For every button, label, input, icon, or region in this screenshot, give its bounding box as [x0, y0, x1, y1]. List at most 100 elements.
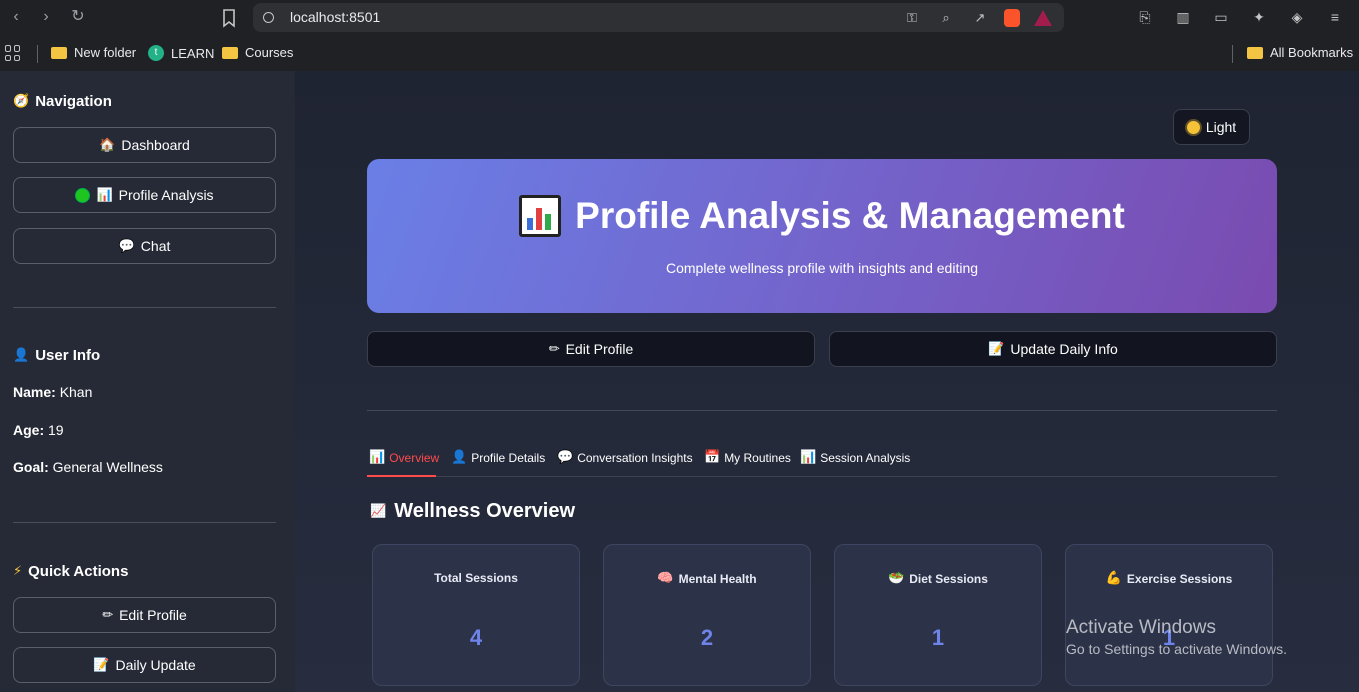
key-icon[interactable]: ⚿ [902, 8, 922, 28]
user-icon: 👤 [13, 348, 30, 363]
user-icon: 👤 [451, 450, 468, 465]
section-title-text: Wellness Overview [394, 500, 576, 522]
tab-session-analysis[interactable]: 📊 Session Analysis [800, 450, 910, 465]
share-icon[interactable]: ↗ [970, 8, 990, 28]
button-label: Profile Analysis [118, 187, 214, 203]
tab-profile-details[interactable]: 👤 Profile Details [451, 450, 545, 465]
update-daily-info-button[interactable]: 📝 Update Daily Info [829, 331, 1277, 367]
metric-card-mental-health: 🧠 Mental Health 2 [603, 544, 811, 686]
field-label: Age: [13, 422, 45, 438]
page-subtitle: Complete wellness profile with insights … [665, 260, 979, 276]
all-bookmarks-label: All Bookmarks [1270, 45, 1354, 60]
metric-card-total-sessions: Total Sessions 4 [372, 544, 580, 686]
theme-toggle-button[interactable]: Light [1173, 109, 1250, 145]
address-bar[interactable]: localhost:8501 ⚿ ⌕ ↗ [253, 3, 1064, 32]
tab-bar: 📊 Overview 👤 Profile Details 💬 Conversat… [367, 446, 1277, 477]
heading-text: User Info [35, 347, 101, 364]
memo-icon: 📝 [988, 341, 1005, 357]
navigation-heading: 🧭 Navigation [13, 93, 112, 110]
metric-label-text: Total Sessions [434, 571, 518, 585]
sidebar-divider [13, 307, 276, 308]
metric-label-text: Mental Health [678, 571, 757, 586]
menu-icon[interactable]: ≡ [1325, 7, 1345, 27]
field-label: Goal: [13, 459, 49, 475]
brave-rewards-icon[interactable] [1034, 10, 1052, 26]
screenshot-icon[interactable]: ⎘ [1135, 7, 1155, 27]
reload-icon[interactable]: ↻ [68, 7, 88, 27]
bar-chart-icon [519, 195, 562, 237]
site-info-icon[interactable] [263, 12, 274, 23]
all-bookmarks[interactable]: All Bookmarks [1247, 45, 1353, 60]
speech-bubble-icon: 💬 [557, 450, 574, 465]
bookmarks-bar: New folder t LEARN Courses All Bookmarks [0, 35, 1359, 71]
content-divider [367, 410, 1277, 411]
folder-icon [1247, 46, 1263, 59]
metric-card-diet-sessions: 🥗 Diet Sessions 1 [834, 544, 1042, 686]
apps-grid-icon[interactable] [5, 45, 21, 61]
back-icon[interactable]: ‹ [6, 7, 26, 27]
metric-label: 🧠 Mental Health [604, 571, 810, 586]
tab-label: Conversation Insights [577, 450, 693, 465]
tab-conversation-insights[interactable]: 💬 Conversation Insights [557, 450, 693, 465]
speech-bubble-icon: 💬 [118, 238, 135, 254]
metric-label: 🥗 Diet Sessions [835, 571, 1041, 586]
bar-chart-icon: 📊 [369, 450, 386, 465]
bookmark-label: LEARN [171, 45, 215, 61]
nav-chat-button[interactable]: 💬 Chat [13, 228, 276, 264]
button-label: Daily Update [115, 657, 196, 673]
field-value: Khan [59, 384, 93, 400]
sidebar-divider [13, 522, 276, 523]
page-title: Profile Analysis & Management [367, 195, 1277, 237]
bookmark-icon[interactable] [220, 8, 238, 28]
metric-card-exercise-sessions: 💪 Exercise Sessions 1 [1065, 544, 1273, 686]
bookmark-courses[interactable]: Courses [222, 45, 293, 60]
tab-label: Session Analysis [820, 450, 911, 465]
bookmark-learn[interactable]: t LEARN [148, 45, 214, 61]
windows-activation-watermark: Activate Windows Go to Settings to activ… [1066, 617, 1287, 657]
edit-profile-button[interactable]: ✏ Edit Profile [367, 331, 815, 367]
quick-edit-profile-button[interactable]: ✏ Edit Profile [13, 597, 276, 633]
wallet-icon[interactable]: ▭ [1211, 7, 1231, 27]
button-label: Dashboard [121, 137, 190, 153]
tab-overview[interactable]: 📊 Overview [369, 450, 439, 465]
active-indicator-icon [75, 187, 91, 203]
memo-icon: 📝 [93, 657, 110, 673]
bookmark-label: Courses [245, 45, 294, 60]
compass-icon: 🧭 [13, 94, 30, 109]
main-content: Light Profile Analysis & Management Comp… [295, 71, 1359, 692]
metric-label: 💪 Exercise Sessions [1066, 571, 1272, 586]
bookmark-new-folder[interactable]: New folder [51, 45, 136, 60]
sun-icon [1186, 120, 1200, 134]
tab-my-routines[interactable]: 📅 My Routines [704, 450, 791, 465]
folder-icon [51, 46, 67, 59]
nav-profile-analysis-button[interactable]: 📊 Profile Analysis [13, 177, 276, 213]
vpn-icon[interactable]: ◈ [1287, 7, 1307, 27]
zoom-icon[interactable]: ⌕ [936, 8, 956, 28]
brave-shields-icon[interactable] [1004, 9, 1020, 27]
brain-icon: 🧠 [657, 571, 674, 586]
metric-value: 1 [931, 625, 945, 650]
url-text[interactable]: localhost:8501 [290, 9, 380, 25]
metric-value: 2 [700, 625, 714, 650]
watermark-title: Activate Windows [1066, 617, 1216, 638]
metric-label-text: Diet Sessions [909, 571, 988, 586]
hero-banner: Profile Analysis & Management Complete w… [367, 159, 1277, 313]
forward-icon[interactable]: › [36, 7, 56, 27]
user-info-heading: 👤 User Info [13, 347, 100, 364]
quick-daily-update-button[interactable]: 📝 Daily Update [13, 647, 276, 683]
metric-label-text: Exercise Sessions [1126, 571, 1233, 586]
chart-increasing-icon: 📈 [370, 504, 387, 519]
nav-dashboard-button[interactable]: 🏠 Dashboard [13, 127, 276, 163]
calendar-icon: 📅 [704, 450, 721, 465]
user-name: Name: Khan [13, 384, 92, 400]
sidebar-toggle-icon[interactable]: ▥ [1173, 7, 1193, 27]
leo-ai-icon[interactable]: ✦ [1249, 7, 1269, 27]
button-label: Update Daily Info [1010, 341, 1118, 357]
bookmark-label: New folder [74, 45, 137, 60]
section-title: 📈 Wellness Overview [370, 500, 575, 523]
field-value: 19 [48, 422, 64, 438]
active-tab-indicator [367, 475, 436, 477]
tab-label: Profile Details [471, 450, 546, 465]
button-label: Edit Profile [119, 607, 187, 623]
flexed-arm-icon: 💪 [1105, 571, 1122, 586]
